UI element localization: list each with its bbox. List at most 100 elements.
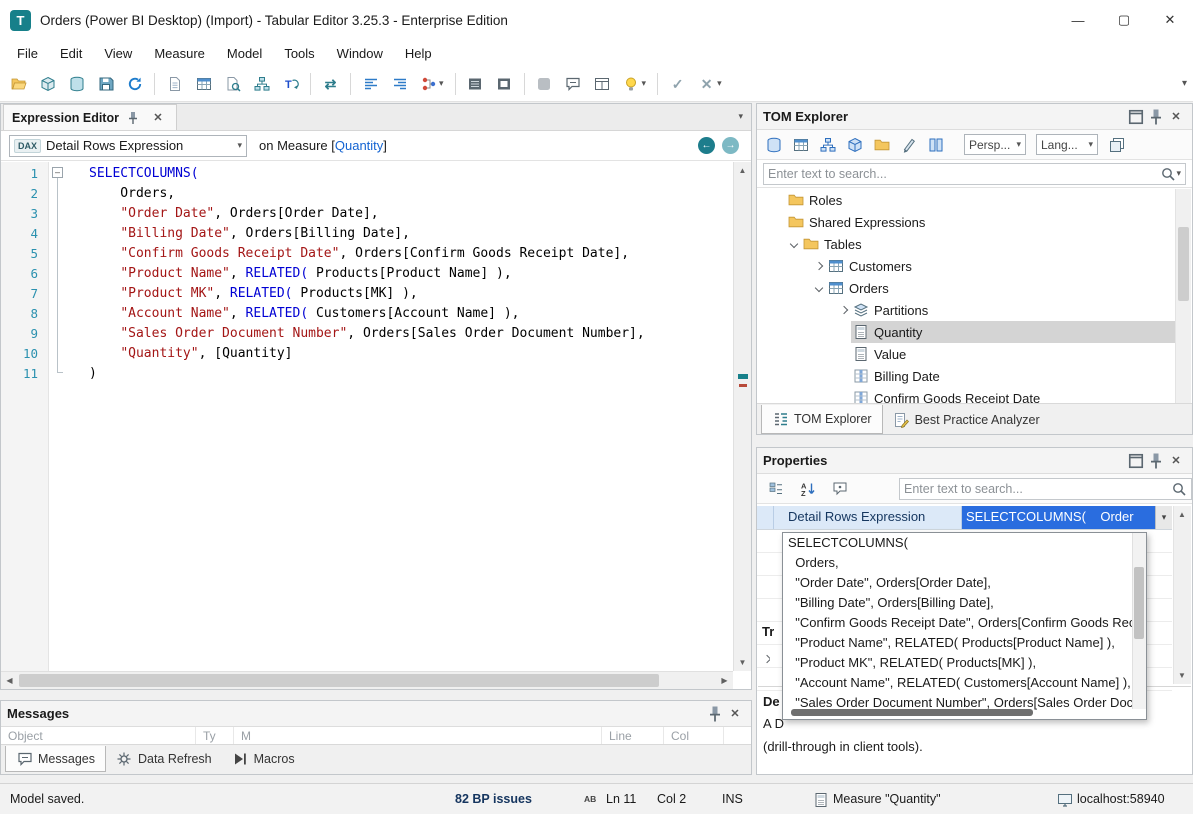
view-tables-button[interactable] xyxy=(789,133,812,156)
messages-column-col[interactable]: Col xyxy=(664,727,724,744)
translations-button[interactable]: T xyxy=(277,71,304,96)
chevron-expanded-icon[interactable] xyxy=(789,240,797,248)
close-panel-icon[interactable]: ✕ xyxy=(1166,452,1186,470)
duplicate-view-icon[interactable] xyxy=(1108,136,1125,153)
popup-vertical-scrollbar[interactable] xyxy=(1132,533,1146,709)
search-options-icon[interactable]: ▾ xyxy=(1176,168,1181,179)
editor-horizontal-scrollbar[interactable]: ◀ ▶ xyxy=(1,671,733,689)
code-line[interactable]: "Order Date", Orders[Order Date], xyxy=(89,204,733,224)
code-line[interactable]: "Product Name", RELATED( Products[Produc… xyxy=(89,264,733,284)
relationships-button[interactable]: ⇄ xyxy=(317,71,344,96)
tree-item-orders[interactable]: Orders xyxy=(758,277,1191,299)
property-dropdown-button[interactable]: ▾ xyxy=(1155,506,1172,529)
menu-view[interactable]: View xyxy=(93,42,143,65)
tab-tom-explorer[interactable]: TOM Explorer xyxy=(761,405,883,434)
float-panel-icon[interactable] xyxy=(1126,108,1146,126)
menu-measure[interactable]: Measure xyxy=(143,42,216,65)
messages-column-ty[interactable]: Ty xyxy=(196,727,234,744)
close-tab-icon[interactable]: ✕ xyxy=(148,109,168,127)
save-button[interactable] xyxy=(92,71,119,96)
tabstrip-menu-icon[interactable]: ▾ xyxy=(738,111,743,122)
menu-edit[interactable]: Edit xyxy=(49,42,93,65)
comments-button[interactable] xyxy=(560,71,587,96)
perspective-select[interactable]: Persp...▾ xyxy=(964,134,1026,155)
maximize-button[interactable]: ▢ xyxy=(1101,0,1147,40)
horizontal-scroll-thumb[interactable] xyxy=(19,674,659,687)
popup-scroll-thumb[interactable] xyxy=(1134,567,1144,639)
model-cube-button[interactable] xyxy=(34,71,61,96)
tab-messages[interactable]: Messages xyxy=(5,746,106,772)
tom-search-box[interactable]: ▾ xyxy=(763,163,1186,185)
chevron-expanded-icon[interactable] xyxy=(814,284,822,292)
messages-column-m[interactable]: M xyxy=(234,727,602,744)
accept-changes-button[interactable]: ✓ xyxy=(664,71,691,96)
tree-item-billing-date[interactable]: Billing Date xyxy=(758,365,1191,387)
new-measure-button[interactable] xyxy=(161,71,188,96)
close-panel-icon[interactable]: ✕ xyxy=(725,705,745,723)
popup-horizontal-scroll-thumb[interactable] xyxy=(791,709,1033,716)
tom-search-input[interactable] xyxy=(768,167,1159,181)
tree-item-customers[interactable]: Customers xyxy=(758,255,1191,277)
messages-column-object[interactable]: Object xyxy=(1,727,196,744)
tree-item-partitions[interactable]: Partitions xyxy=(758,299,1191,321)
code-line[interactable]: "Account Name", RELATED( Customers[Accou… xyxy=(89,304,733,324)
close-button[interactable]: ✕ xyxy=(1147,0,1193,40)
context-object-link[interactable]: Quantity xyxy=(335,138,383,153)
expression-type-select[interactable]: DAX Detail Rows Expression ▾ xyxy=(9,135,247,157)
tree-item-shared-expressions[interactable]: Shared Expressions xyxy=(758,211,1191,233)
new-hierarchy-button[interactable] xyxy=(248,71,275,96)
property-value[interactable]: SELECTCOLUMNS( Order xyxy=(962,506,1155,529)
categorized-button[interactable] xyxy=(762,476,789,501)
menu-file[interactable]: File xyxy=(6,42,49,65)
view-folders-button[interactable] xyxy=(870,133,893,156)
code-line[interactable]: SELECTCOLUMNS( xyxy=(89,164,733,184)
code-line[interactable]: "Confirm Goods Receipt Date", Orders[Con… xyxy=(89,244,733,264)
refresh-button[interactable] xyxy=(121,71,148,96)
reject-changes-button[interactable]: ✕▾ xyxy=(693,71,727,96)
bp-issues-status[interactable]: 82 BP issues xyxy=(455,784,532,814)
find-object-button[interactable] xyxy=(219,71,246,96)
tree-item-value[interactable]: Value xyxy=(758,343,1191,365)
language-select[interactable]: Lang...▾ xyxy=(1036,134,1098,155)
tree-scroll-thumb[interactable] xyxy=(1178,227,1189,301)
tab-best-practice-analyzer[interactable]: Best Practice Analyzer xyxy=(883,405,1050,434)
sort-alphabetical-button[interactable]: AZ xyxy=(794,476,821,501)
float-panel-icon[interactable] xyxy=(1126,452,1146,470)
menu-model[interactable]: Model xyxy=(216,42,273,65)
property-row-detail-rows-expression[interactable]: Detail Rows Expression SELECTCOLUMNS( Or… xyxy=(757,506,1172,530)
close-panel-icon[interactable]: ✕ xyxy=(1166,108,1186,126)
scroll-down-icon[interactable]: ▼ xyxy=(1174,667,1190,684)
view-hierarchies-button[interactable] xyxy=(816,133,839,156)
tree-item-quantity[interactable]: Quantity xyxy=(758,321,1191,343)
deploy-button[interactable] xyxy=(63,71,90,96)
properties-search-input[interactable] xyxy=(904,482,1170,496)
best-practices-button[interactable]: ▾ xyxy=(618,71,652,96)
pin-icon[interactable] xyxy=(705,705,725,723)
editor-vertical-scrollbar[interactable]: ▲ ▼ xyxy=(733,162,751,671)
search-icon[interactable] xyxy=(1159,165,1176,182)
scroll-right-icon[interactable]: ▶ xyxy=(716,672,733,689)
code-line[interactable]: "Sales Order Document Number", Orders[Sa… xyxy=(89,324,733,344)
menu-tools[interactable]: Tools xyxy=(273,42,325,65)
chevron-collapsed-icon[interactable] xyxy=(839,306,847,314)
scroll-up-icon[interactable]: ▲ xyxy=(1174,506,1190,523)
view-model-button[interactable] xyxy=(762,133,785,156)
properties-search-box[interactable] xyxy=(899,478,1192,500)
code-line[interactable]: "Billing Date", Orders[Billing Date], xyxy=(89,224,733,244)
format-dax-alt-button[interactable] xyxy=(386,71,413,96)
properties-scrollbar[interactable]: ▲ ▼ xyxy=(1173,506,1191,684)
chevron-collapsed-icon[interactable] xyxy=(764,655,770,663)
tree-scrollbar[interactable] xyxy=(1175,189,1191,405)
messages-column-line[interactable]: Line xyxy=(602,727,664,744)
tree-item-roles[interactable]: Roles xyxy=(758,189,1191,211)
navigate-forward-button[interactable]: → xyxy=(722,137,739,154)
script-button[interactable]: ▾ xyxy=(415,71,449,96)
tab-data-refresh[interactable]: Data Refresh xyxy=(106,746,222,771)
pin-icon[interactable] xyxy=(1146,452,1166,470)
view-objects-button[interactable] xyxy=(843,133,866,156)
scroll-up-icon[interactable]: ▲ xyxy=(734,162,751,179)
scroll-left-icon[interactable]: ◀ xyxy=(1,672,18,689)
expression-editor-tab[interactable]: Expression Editor ✕ xyxy=(3,104,177,130)
fold-collapse-button[interactable]: – xyxy=(52,167,63,178)
search-icon[interactable] xyxy=(1170,480,1187,497)
